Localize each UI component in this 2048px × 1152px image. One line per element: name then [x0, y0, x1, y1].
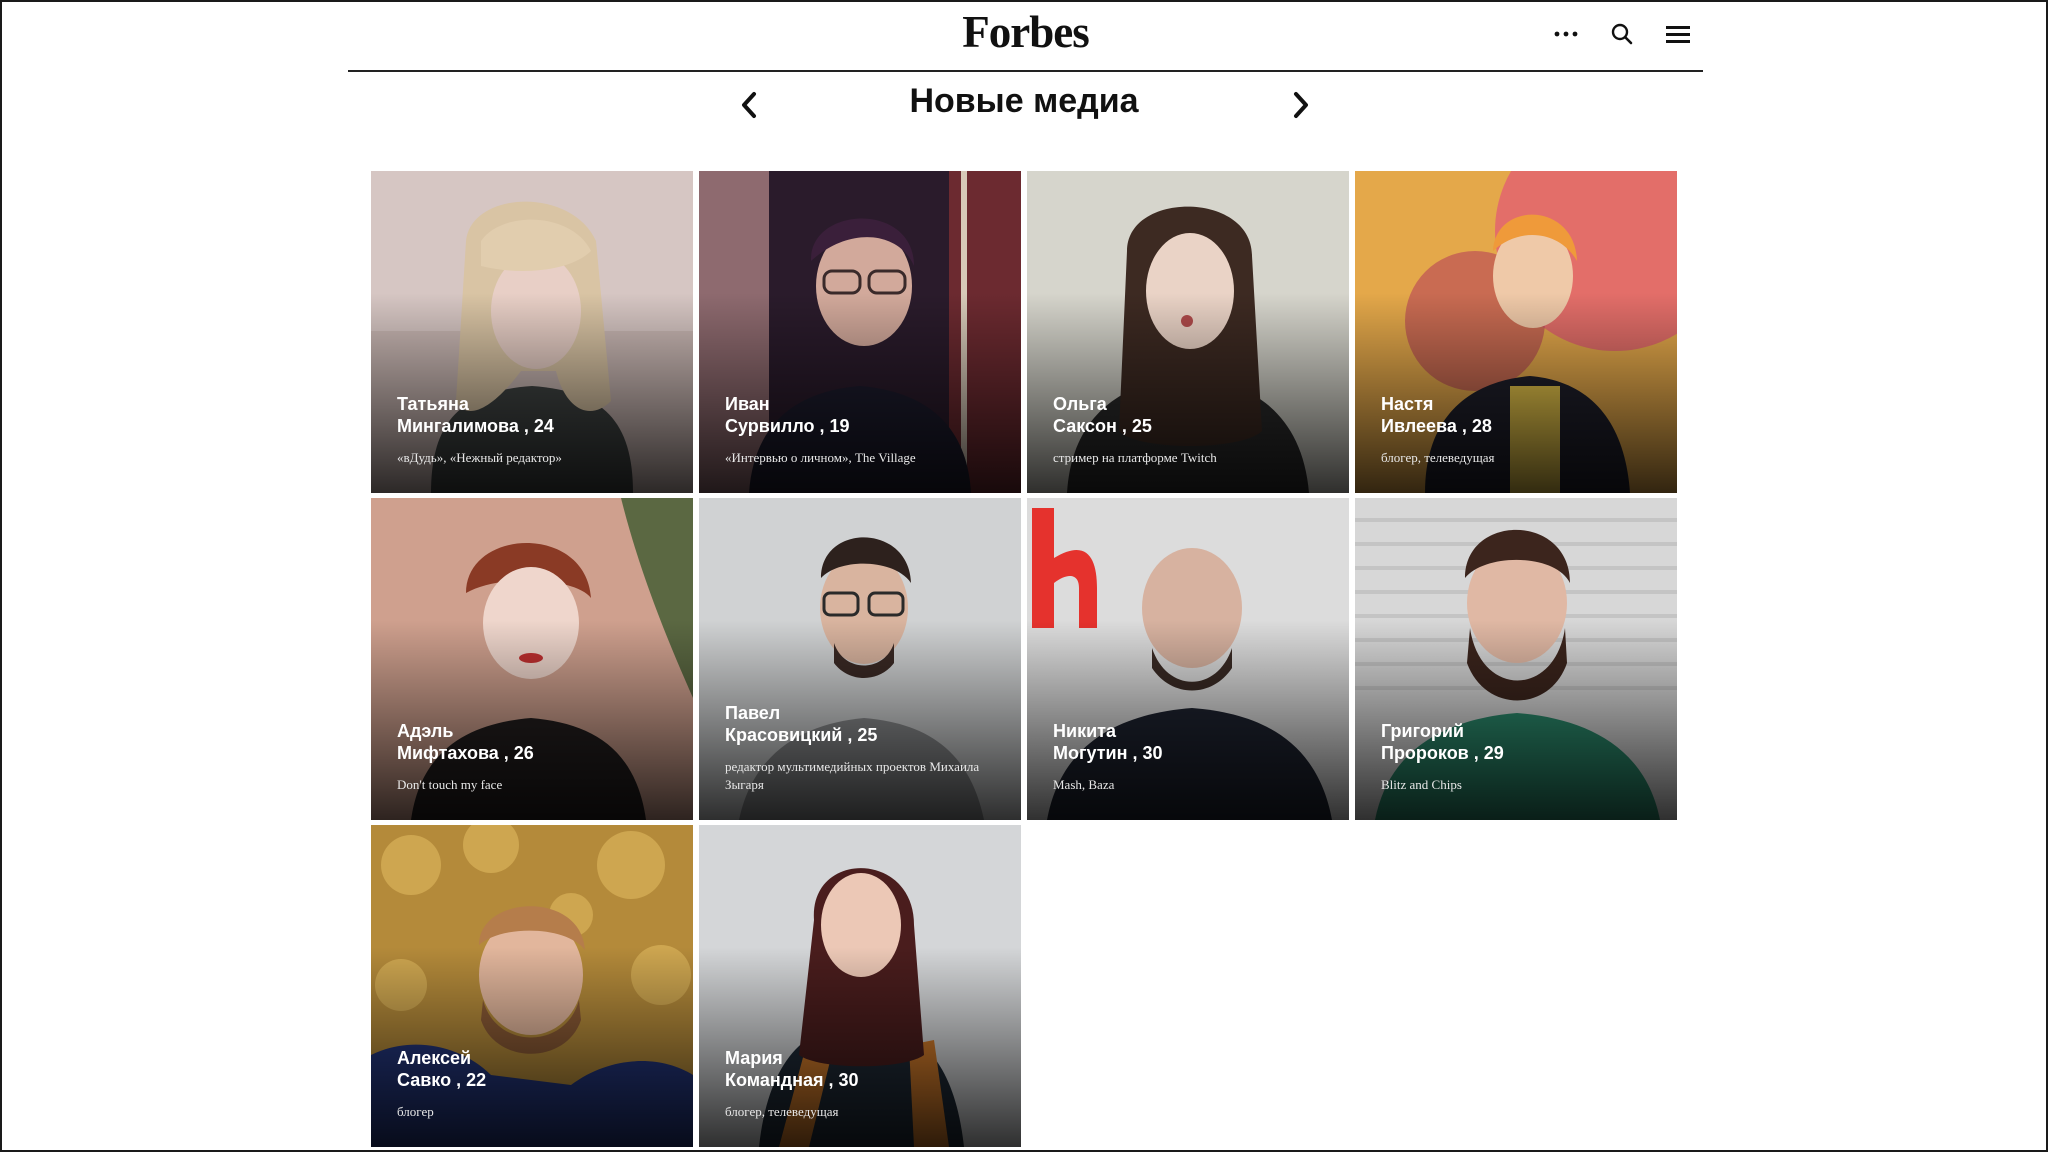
card-meta: Татьяна Мингалимова , 24 «вДудь», «Нежны… [397, 393, 675, 467]
person-card[interactable]: Мария Командная , 30 блогер, телеведущая [699, 825, 1021, 1147]
person-card[interactable]: Алексей Савко , 22 блогер [371, 825, 693, 1147]
person-description: блогер, телеведущая [1381, 450, 1495, 465]
person-last-name-age: Могутин , 30 [1053, 743, 1163, 763]
person-description: Mash, Baza [1053, 777, 1115, 792]
menu-icon[interactable] [1663, 19, 1693, 49]
person-first-name: Адэль [397, 721, 454, 741]
person-description: «Интервью о личном», The Village [725, 450, 916, 465]
card-meta: Никита Могутин , 30 Mash, Baza [1053, 720, 1331, 794]
people-grid: Татьяна Мингалимова , 24 «вДудь», «Нежны… [371, 171, 1679, 1147]
more-icon[interactable] [1551, 19, 1581, 49]
person-first-name: Мария [725, 1048, 783, 1068]
person-first-name: Григорий [1381, 721, 1464, 741]
person-description: редактор мультимедийных проектов Михаила… [725, 759, 980, 792]
person-last-name-age: Савко , 22 [397, 1070, 487, 1090]
chevron-right-icon [1294, 92, 1308, 118]
person-last-name-age: Командная , 30 [725, 1070, 859, 1090]
person-first-name: Алексей [397, 1048, 472, 1068]
search-icon[interactable] [1607, 19, 1637, 49]
card-meta: Григорий Пророков , 29 Blitz and Chips [1381, 720, 1659, 794]
person-first-name: Никита [1053, 721, 1116, 741]
person-last-name-age: Красовицкий , 25 [725, 725, 878, 745]
person-first-name: Павел [725, 703, 781, 723]
person-first-name: Татьяна [397, 394, 469, 414]
person-card[interactable]: Никита Могутин , 30 Mash, Baza [1027, 498, 1349, 820]
person-description: Blitz and Chips [1381, 777, 1462, 792]
person-last-name-age: Ивлеева , 28 [1381, 416, 1492, 436]
person-card[interactable]: Григорий Пророков , 29 Blitz and Chips [1355, 498, 1677, 820]
person-card[interactable]: Адэль Мифтахова , 26 Don't touch my face [371, 498, 693, 820]
person-description: Don't touch my face [397, 777, 503, 792]
next-section-button[interactable] [1285, 88, 1317, 122]
person-card[interactable]: Татьяна Мингалимова , 24 «вДудь», «Нежны… [371, 171, 693, 493]
person-last-name-age: Сурвилло , 19 [725, 416, 850, 436]
forbes-logo[interactable]: Forbes [348, 6, 1703, 58]
card-meta: Адэль Мифтахова , 26 Don't touch my face [397, 720, 675, 794]
person-description: стример на платформе Twitch [1053, 450, 1217, 465]
person-description: блогер [397, 1104, 434, 1119]
person-first-name: Ольга [1053, 394, 1107, 414]
person-card[interactable]: Павел Красовицкий , 25 редактор мультиме… [699, 498, 1021, 820]
person-description: «вДудь», «Нежный редактор» [397, 450, 562, 465]
header-actions [1551, 18, 1693, 50]
person-card[interactable]: Настя Ивлеева , 28 блогер, телеведущая [1355, 171, 1677, 493]
person-description: блогер, телеведущая [725, 1104, 839, 1119]
person-last-name-age: Мифтахова , 26 [397, 743, 534, 763]
person-last-name-age: Мингалимова , 24 [397, 416, 554, 436]
card-meta: Павел Красовицкий , 25 редактор мультиме… [725, 702, 1003, 794]
section-title: Новые медиа [909, 82, 1139, 120]
card-meta: Ольга Саксон , 25 стример на платформе T… [1053, 393, 1331, 467]
card-meta: Алексей Савко , 22 блогер [397, 1047, 675, 1121]
site-header: Forbes [348, 0, 1703, 72]
person-card[interactable]: Ольга Саксон , 25 стример на платформе T… [1027, 171, 1349, 493]
person-card[interactable]: Иван Сурвилло , 19 «Интервью о личном», … [699, 171, 1021, 493]
card-meta: Иван Сурвилло , 19 «Интервью о личном», … [725, 393, 1003, 467]
card-meta: Настя Ивлеева , 28 блогер, телеведущая [1381, 393, 1659, 467]
card-meta: Мария Командная , 30 блогер, телеведущая [725, 1047, 1003, 1121]
person-first-name: Иван [725, 394, 770, 414]
person-first-name: Настя [1381, 394, 1434, 414]
person-last-name-age: Пророков , 29 [1381, 743, 1504, 763]
person-last-name-age: Саксон , 25 [1053, 416, 1152, 436]
